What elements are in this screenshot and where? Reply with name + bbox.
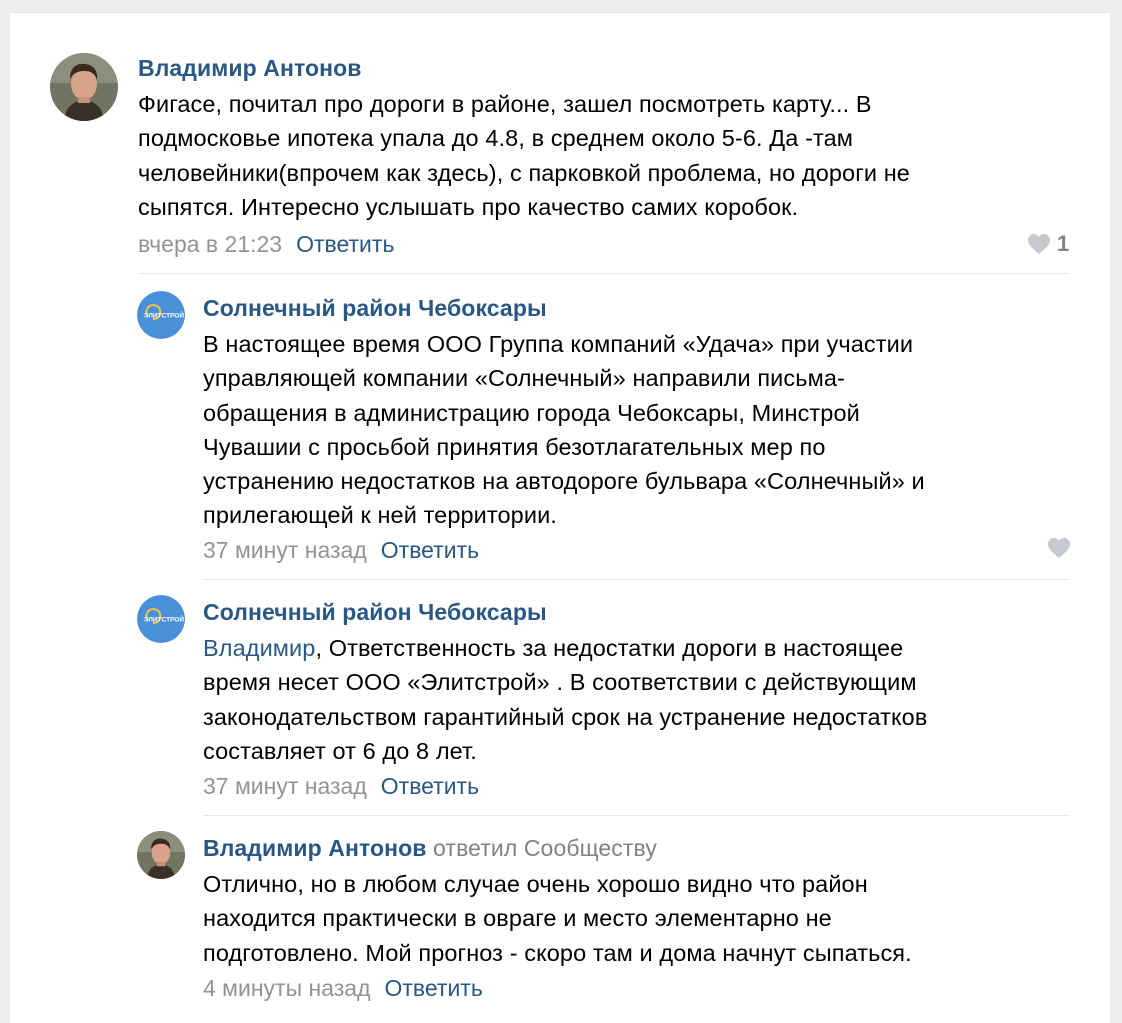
divider bbox=[203, 579, 1070, 580]
comment-text-line: подготовлено. Мой прогноз - скоро там и … bbox=[203, 939, 912, 966]
comment-text-line: человейники(впрочем как здесь), с парков… bbox=[138, 159, 910, 186]
comment-author[interactable]: Владимир Антонов bbox=[203, 835, 427, 861]
comment-time[interactable]: 4 минуты назад bbox=[203, 975, 371, 1001]
reply-button[interactable]: Ответить bbox=[385, 975, 483, 1001]
comment-time[interactable]: 37 минут назад bbox=[203, 537, 367, 563]
comment-meta: 4 минуты назад Ответить bbox=[203, 973, 483, 1003]
reply-button[interactable]: Ответить bbox=[296, 231, 394, 257]
comment-text-line: составляет от 6 до 8 лет. bbox=[203, 737, 477, 764]
comment-text-line: устранению недостатков на автодороге бул… bbox=[203, 468, 925, 495]
comment-text-line: управляющей компании «Солнечный» направи… bbox=[203, 365, 845, 392]
mention-link[interactable]: Владимир bbox=[203, 635, 315, 661]
community-logo-icon: ЭЛИТСТРОЙ bbox=[137, 595, 185, 643]
comment-text: Фигасе, почитал про дороги в районе, заш… bbox=[138, 87, 910, 224]
comment-text-line: подмосковье ипотека упала до 4.8, в сред… bbox=[138, 125, 854, 152]
comment-text-line: законодательством гарантийный срок на ус… bbox=[203, 703, 928, 730]
like-button[interactable] bbox=[1047, 537, 1071, 559]
like-count: 1 bbox=[1057, 231, 1070, 256]
comments-card: Владимир Антонов Фигасе, почитал про дор… bbox=[10, 12, 1110, 1023]
comment-text-line: Отлично, но в любом случае очень хорошо … bbox=[203, 871, 868, 897]
comment-author[interactable]: Солнечный район Чебоксары bbox=[203, 293, 547, 323]
comment-text: Отлично, но в любом случае очень хорошо … bbox=[203, 867, 912, 970]
logo-text: ЭЛИТСТРОЙ bbox=[144, 615, 184, 624]
comment-text-line: Фигасе, почитал про дороги в районе, заш… bbox=[138, 91, 872, 117]
avatar-community[interactable]: ЭЛИТСТРОЙ bbox=[137, 291, 185, 339]
comment-author[interactable]: Солнечный район Чебоксары bbox=[203, 597, 547, 627]
comment-meta: 37 минут назад Ответить bbox=[203, 771, 479, 801]
heart-icon bbox=[1028, 234, 1050, 254]
like-button[interactable]: 1 bbox=[1027, 231, 1069, 257]
comment-text-line: Владимир, Ответственность за недостатки … bbox=[203, 631, 927, 665]
heart-icon bbox=[1048, 538, 1070, 558]
comment-text-line: находится практически в овраге и место э… bbox=[203, 905, 832, 932]
comment-text-line: Чувашии с просьбой принятия безотлагател… bbox=[203, 433, 826, 460]
comment-author-line: Владимир Антонов ответил Сообществу bbox=[203, 833, 657, 863]
avatar-community[interactable]: ЭЛИТСТРОЙ bbox=[137, 595, 185, 643]
comment-meta: 37 минут назад Ответить bbox=[203, 535, 479, 565]
comment-text-line: сыпятся. Интересно услышать про качество… bbox=[138, 193, 799, 220]
comment-text: Владимир, Ответственность за недостатки … bbox=[203, 631, 927, 768]
reply-button[interactable]: Ответить bbox=[381, 537, 479, 563]
avatar-vladimir[interactable] bbox=[137, 831, 185, 879]
user-photo-icon bbox=[50, 53, 118, 121]
community-logo-icon: ЭЛИТСТРОЙ bbox=[137, 291, 185, 339]
logo-text: ЭЛИТСТРОЙ bbox=[144, 311, 184, 320]
comment-time[interactable]: 37 минут назад bbox=[203, 773, 367, 799]
comment-meta: вчера в 21:23 Ответить bbox=[138, 229, 394, 259]
reply-button[interactable]: Ответить bbox=[381, 773, 479, 799]
replied-to-label[interactable]: ответил Сообществу bbox=[433, 835, 657, 861]
comment-text-line: обращения в администрацию города Чебокса… bbox=[203, 399, 860, 426]
divider bbox=[138, 273, 1070, 274]
avatar-vladimir[interactable] bbox=[50, 53, 118, 121]
comment-text-line: В настоящее время ООО Группа компаний «У… bbox=[203, 331, 914, 357]
comment-text-line: время несет ООО «Элитстрой» . В соответс… bbox=[203, 669, 917, 696]
comment-text-line: прилегающей к ней территории. bbox=[203, 502, 557, 529]
divider bbox=[203, 815, 1070, 816]
comment-text: В настоящее время ООО Группа компаний «У… bbox=[203, 327, 925, 533]
user-photo-icon bbox=[137, 831, 185, 879]
comment-text-fragment: , Ответственность за недостатки дороги в… bbox=[315, 635, 904, 661]
comment-time[interactable]: вчера в 21:23 bbox=[138, 231, 282, 257]
comment-author[interactable]: Владимир Антонов bbox=[138, 53, 362, 83]
